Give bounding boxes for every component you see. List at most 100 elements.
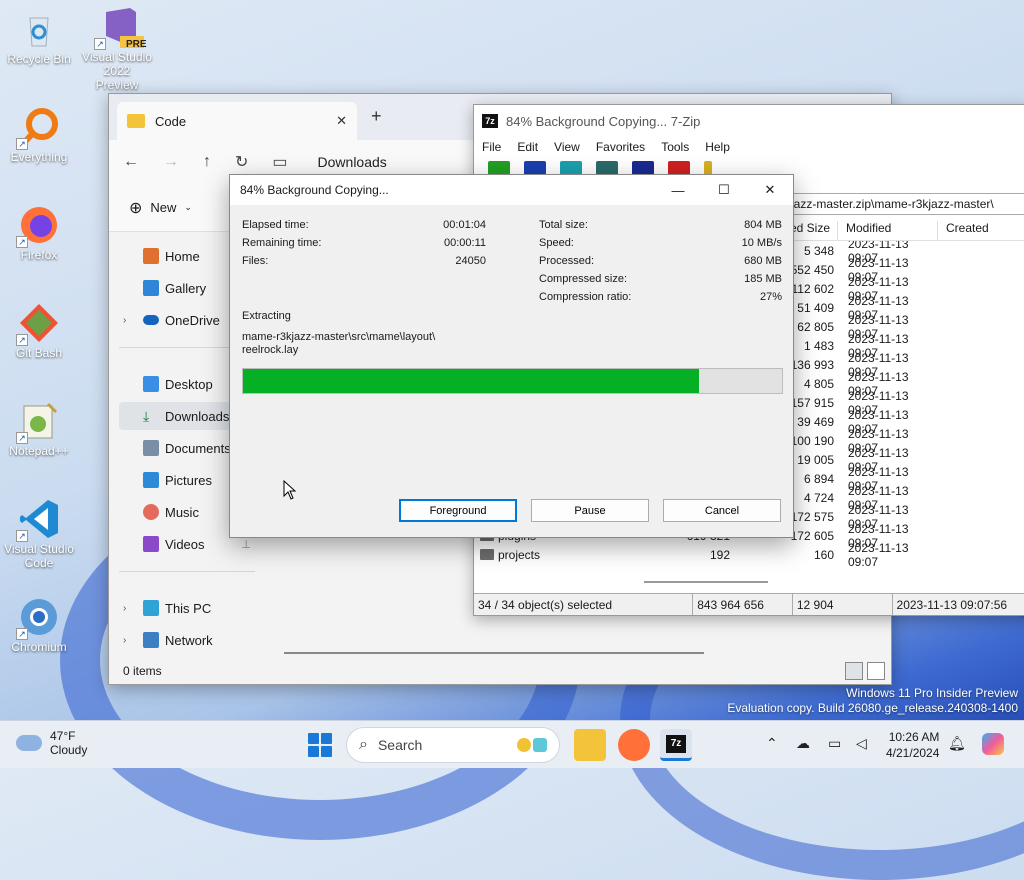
info-icon[interactable] <box>704 161 712 175</box>
copy-icon[interactable] <box>596 161 618 175</box>
maximize-icon[interactable]: ☐ <box>701 182 747 198</box>
refresh-icon[interactable]: ↻ <box>235 152 248 172</box>
progress-bar <box>242 368 783 394</box>
close-tab-icon[interactable]: ✕ <box>336 113 347 129</box>
taskbar-file-explorer-icon[interactable] <box>574 729 606 761</box>
table-row[interactable]: projects 192 160 2023-11-13 09:07 <box>474 541 1024 569</box>
desktop-icon-visual-studio[interactable]: PRE ↗ Visual Studio 2022 Preview <box>82 6 152 92</box>
dialog-title-bar: 84% Background Copying... — ☐ ✕ <box>230 175 793 205</box>
files-label: Files: <box>242 255 269 267</box>
menu-tools[interactable]: Tools <box>661 140 689 154</box>
delete-icon[interactable] <box>668 161 690 175</box>
details-view-icon[interactable] <box>845 662 863 680</box>
row-modified: 2023-11-13 09:07 <box>848 540 909 569</box>
pin-icon[interactable]: ⊥ <box>241 538 251 551</box>
display-icon[interactable]: ▭ <box>828 735 841 752</box>
preview-badge: PRE <box>126 39 147 50</box>
desktop-icon-chromium[interactable]: ↗ Chromium <box>4 596 74 654</box>
temperature: 47°F <box>50 729 76 743</box>
horizontal-scrollbar[interactable] <box>644 581 768 583</box>
forward-icon[interactable]: → <box>163 153 179 171</box>
compression-ratio-label: Compression ratio: <box>539 291 632 303</box>
close-icon[interactable]: ✕ <box>747 182 793 198</box>
taskbar-7zip-icon[interactable]: 7z <box>660 729 692 761</box>
test-icon[interactable] <box>560 161 582 175</box>
menu-favorites[interactable]: Favorites <box>596 140 645 154</box>
total-size-label: Total size: <box>539 219 588 231</box>
7zip-title-bar: 7z 84% Background Copying... 7-Zip <box>474 105 1024 137</box>
move-icon[interactable] <box>632 161 654 175</box>
desktop-icon-firefox[interactable]: ↗ Firefox <box>4 204 74 262</box>
desktop-icon-notepadpp[interactable]: ↗ Notepad++ <box>4 400 74 458</box>
taskbar-firefox-icon[interactable] <box>618 729 650 761</box>
column-created[interactable]: Created <box>938 221 1024 240</box>
desktop-icon-label: Notepad++ <box>9 444 69 458</box>
compression-ratio-value: 27% <box>759 291 782 303</box>
notification-bell-icon[interactable]: 🔔︎ <box>948 735 966 752</box>
network-icon <box>143 632 159 648</box>
menu-view[interactable]: View <box>554 140 580 154</box>
desktop-icon-label: Visual Studio 2022 Preview <box>82 50 152 92</box>
compressed-size-label: Compressed size: <box>539 273 628 285</box>
new-label: New <box>150 200 177 215</box>
system-clock[interactable]: 10:26 AM 4/21/2024 <box>886 729 939 761</box>
new-tab-icon[interactable]: + <box>371 106 382 127</box>
extract-icon[interactable] <box>524 161 546 175</box>
explorer-tab[interactable]: Code ✕ <box>117 102 357 140</box>
back-icon[interactable]: ← <box>123 153 139 171</box>
new-button[interactable]: ⊕ New ⌄ <box>129 198 192 218</box>
documents-icon <box>143 440 159 456</box>
view-switcher <box>845 662 885 680</box>
modified-date: 2023-11-13 09:07:56 <box>896 598 1008 612</box>
processed-value: 680 MB <box>744 255 782 267</box>
chevron-right-icon[interactable]: › <box>123 315 126 326</box>
mouse-cursor-icon <box>283 480 297 500</box>
chevron-right-icon[interactable]: › <box>123 635 126 646</box>
breadcrumb[interactable]: Downloads <box>318 154 387 170</box>
desktop-icon-vscode[interactable]: ↗ Visual Studio Code <box>4 498 74 570</box>
foreground-button[interactable]: Foreground <box>399 499 517 522</box>
monitor-icon[interactable]: ▭ <box>272 152 287 172</box>
menu-edit[interactable]: Edit <box>517 140 538 154</box>
menu-help[interactable]: Help <box>705 140 730 154</box>
desktop-icon-git-bash[interactable]: ↗ Git Bash <box>4 302 74 360</box>
window-title: 84% Background Copying... 7-Zip <box>506 113 701 129</box>
current-file-name: reelrock.lay <box>242 344 299 356</box>
menu-file[interactable]: File <box>482 140 501 154</box>
volume-mute-icon[interactable]: ◁ <box>856 735 867 752</box>
chevron-up-icon[interactable]: ⌃ <box>766 735 778 752</box>
notepad-plus-plus-icon: ↗ <box>16 400 60 444</box>
sidebar-item-network[interactable]: › Network <box>119 626 255 654</box>
sidebar-item-label: Home <box>165 248 200 264</box>
column-modified[interactable]: Modified <box>838 221 938 240</box>
folder-icon <box>480 549 494 560</box>
row-name: projects <box>474 548 654 562</box>
minimize-icon[interactable]: — <box>655 183 701 198</box>
videos-icon <box>143 536 159 552</box>
add-icon[interactable] <box>488 161 510 175</box>
files-value: 24050 <box>455 255 486 267</box>
desktop-icon-everything[interactable]: ↗ Everything <box>4 106 74 164</box>
search-box[interactable]: ⌕ Search <box>346 727 560 763</box>
sidebar-item-label: Videos <box>165 536 205 552</box>
everything-search-icon: ↗ <box>16 106 60 150</box>
copilot-icon[interactable] <box>982 733 1004 755</box>
sidebar-item-label: This PC <box>165 600 212 616</box>
pause-button[interactable]: Pause <box>531 499 649 522</box>
clock-date: 4/21/2024 <box>886 746 940 760</box>
cloud-off-icon[interactable]: ☁ <box>796 735 810 752</box>
sidebar-item-this-pc[interactable]: › This PC <box>119 594 255 622</box>
desktop-icon-recycle-bin[interactable]: Recycle Bin <box>4 8 74 66</box>
cancel-button[interactable]: Cancel <box>663 499 781 522</box>
tiles-view-icon[interactable] <box>867 662 885 680</box>
weather-widget[interactable]: 47°F Cloudy <box>16 729 87 757</box>
compressed-size-value: 185 MB <box>744 273 782 285</box>
up-icon[interactable]: ↑ <box>203 153 211 171</box>
taskbar: 47°F Cloudy ⌕ Search 7z ⌃ ☁ ▭ ◁ 10:26 AM… <box>0 720 1024 768</box>
desktop-icon-label: Chromium <box>11 640 67 654</box>
extract-progress-dialog: 84% Background Copying... — ☐ ✕ Elapsed … <box>229 174 794 538</box>
horizontal-scrollbar[interactable] <box>284 652 704 654</box>
start-button[interactable] <box>308 733 332 757</box>
folder-icon <box>127 114 145 128</box>
chevron-right-icon[interactable]: › <box>123 603 126 614</box>
